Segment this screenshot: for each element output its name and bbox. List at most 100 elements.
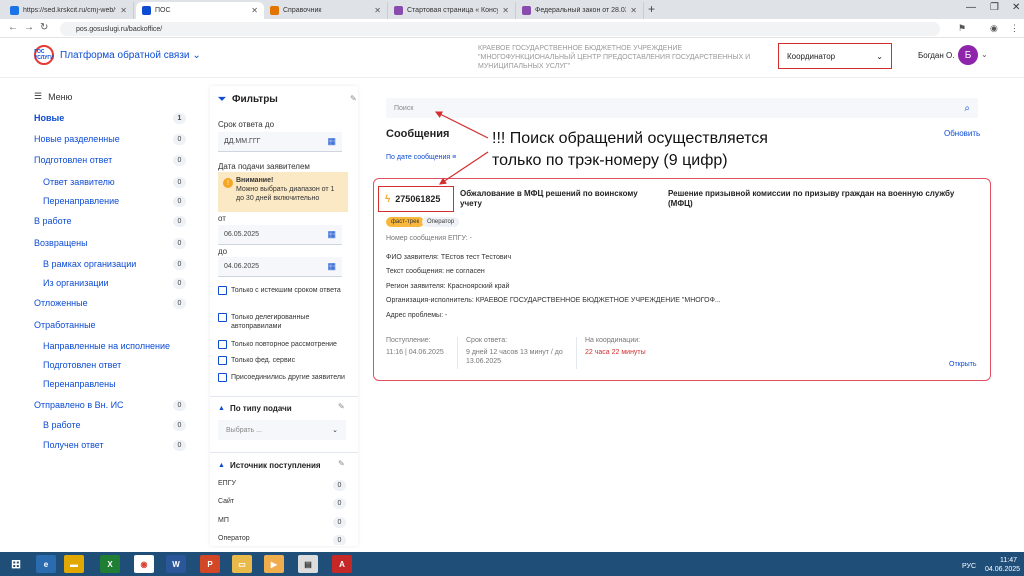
- close-tab-icon[interactable]: ✕: [630, 6, 637, 15]
- checkbox-icon[interactable]: [218, 356, 227, 365]
- browser-tab[interactable]: https://sed.krskcit.ru/cmj-web/та ✕: [4, 2, 134, 19]
- sidebar-item-sent-external[interactable]: Отправлено в Вн. ИС 0: [34, 398, 186, 412]
- browser-menu-icon[interactable]: ⋮: [1010, 23, 1019, 34]
- new-tab-icon[interactable]: +: [648, 2, 655, 16]
- sidebar-item-answer-received[interactable]: Получен ответ 0: [43, 438, 186, 452]
- avatar[interactable]: Б: [958, 45, 978, 65]
- search-input[interactable]: Поиск ⌕: [386, 98, 978, 118]
- sidebar-item-in-work[interactable]: В работе 0: [34, 214, 186, 228]
- applicant-fio: ФИО заявителя: ТЕстов тест Тестович: [386, 254, 512, 261]
- checkbox-icon[interactable]: [218, 373, 227, 382]
- sidebar-item-new[interactable]: Новые 1: [34, 111, 186, 125]
- sidebar-item-sent-for-execution[interactable]: Направленные на исполнение: [43, 339, 186, 353]
- browser-tab[interactable]: Справочник ✕: [264, 2, 388, 19]
- open-link[interactable]: Открыть: [949, 361, 977, 368]
- refresh-link[interactable]: Обновить: [944, 129, 980, 138]
- sidebar-item-answer-prepared[interactable]: Подготовлен ответ 0: [34, 153, 186, 167]
- sidebar-item-external-in-work[interactable]: В работе 0: [43, 418, 186, 432]
- chrome-icon[interactable]: ◉: [134, 555, 154, 573]
- date-to-input[interactable]: 04.06.2025 ▦: [218, 257, 342, 277]
- calendar-icon[interactable]: ▦: [327, 136, 336, 147]
- role-select[interactable]: Координатор ⌄: [778, 43, 892, 69]
- close-tab-icon[interactable]: ✕: [120, 6, 127, 15]
- operator-badge: Оператор: [422, 217, 460, 227]
- document-icon[interactable]: ▤: [298, 555, 318, 573]
- message-text: Текст сообщения: не согласен: [386, 268, 485, 275]
- windows-start-icon[interactable]: ⊞: [6, 555, 26, 573]
- checkbox-repeated[interactable]: Только повторное рассмотрение: [218, 340, 348, 349]
- sidebar-item-from-org[interactable]: Из организации 0: [43, 276, 186, 290]
- ie-icon[interactable]: e: [36, 555, 56, 573]
- profile-icon[interactable]: ◉: [990, 23, 998, 34]
- pin-icon[interactable]: ✎: [350, 94, 357, 103]
- pdf-icon[interactable]: A: [332, 555, 352, 573]
- sidebar-item-redirected[interactable]: Перенаправлены: [43, 377, 186, 391]
- sort-select[interactable]: По дате сообщения ≡: [386, 154, 456, 161]
- source-item[interactable]: ЕПГУ 0: [218, 480, 346, 491]
- explorer-icon[interactable]: ▬: [64, 555, 84, 573]
- count-badge: 0: [173, 297, 186, 309]
- gosuslugi-logo[interactable]: ГОС УСЛУГИ: [34, 45, 54, 65]
- back-icon[interactable]: ←: [8, 22, 18, 33]
- sidebar-item-postponed[interactable]: Отложенные 0: [34, 296, 186, 310]
- pin-icon[interactable]: ✎: [338, 459, 345, 468]
- checkbox-joined[interactable]: Присоединились другие заявители: [218, 373, 348, 382]
- browser-tab-active[interactable]: ПОС ✕: [136, 2, 264, 19]
- sidebar-item-new-split[interactable]: Новые разделенные 0: [34, 132, 186, 146]
- clock[interactable]: 11:47 04.06.2025: [985, 556, 1020, 574]
- reload-icon[interactable]: ↻: [40, 22, 48, 33]
- checkbox-icon[interactable]: [218, 340, 227, 349]
- checkbox-fed-service[interactable]: Только фед. сервис: [218, 356, 348, 365]
- submission-type-select[interactable]: Выбрать ... ⌄: [218, 420, 346, 440]
- count-badge: 0: [173, 419, 186, 431]
- powerpoint-icon[interactable]: P: [200, 555, 220, 573]
- deadline-date-input[interactable]: ДД.ММ.ГГГ ▦: [218, 132, 342, 152]
- sidebar-item-processed[interactable]: Отработанные: [34, 318, 186, 332]
- minimize-icon[interactable]: —: [966, 2, 976, 13]
- divider: [210, 452, 358, 453]
- checkbox-icon[interactable]: [218, 313, 227, 322]
- pin-icon[interactable]: ✎: [338, 402, 345, 411]
- platform-selector[interactable]: Платформа обратной связи ⌄: [60, 50, 201, 61]
- menu-button[interactable]: ☰ Меню: [34, 91, 72, 102]
- source-item[interactable]: Оператор 0: [218, 535, 346, 545]
- divider: [457, 337, 458, 369]
- source-item[interactable]: МП 0: [218, 517, 346, 528]
- checkbox-delegated[interactable]: Только делегированные автоправилами: [218, 313, 348, 331]
- media-icon[interactable]: ▶: [264, 555, 284, 573]
- sidebar-item-redirect[interactable]: Перенаправление 0: [43, 194, 186, 208]
- search-icon[interactable]: ⌕: [964, 103, 970, 114]
- chevron-up-icon: ▲: [218, 462, 225, 469]
- track-number: ϟ 275061825: [378, 186, 454, 212]
- checkbox-icon[interactable]: [218, 286, 227, 295]
- submission-type-header[interactable]: ▲ По типу подачи: [218, 404, 292, 413]
- sidebar-item-processed-answer[interactable]: Подготовлен ответ: [43, 358, 186, 372]
- sidebar-item-within-org[interactable]: В рамках организации 0: [43, 257, 186, 271]
- close-tab-icon[interactable]: ✕: [374, 6, 381, 15]
- warning-icon: !: [223, 178, 233, 188]
- folder-icon[interactable]: ▭: [232, 555, 252, 573]
- forward-icon[interactable]: →: [24, 22, 34, 33]
- sidebar-item-returned[interactable]: Возвращены 0: [34, 236, 186, 250]
- restore-icon[interactable]: ❐: [990, 2, 999, 13]
- applicant-region: Регион заявителя: Красноярский край: [386, 283, 510, 290]
- close-window-icon[interactable]: ✕: [1012, 2, 1020, 13]
- language-indicator[interactable]: РУС: [962, 563, 976, 570]
- extensions-icon[interactable]: ⚑: [958, 23, 966, 34]
- close-tab-icon[interactable]: ✕: [502, 6, 509, 15]
- browser-tab[interactable]: Стартовая страница « Консуль ✕: [388, 2, 516, 19]
- calendar-icon[interactable]: ▦: [327, 229, 336, 240]
- source-header[interactable]: ▲ Источник поступления: [218, 461, 321, 470]
- sidebar-item-answer-to-applicant[interactable]: Ответ заявителю 0: [43, 175, 186, 189]
- browser-tab[interactable]: Федеральный закон от 28.03.19 ✕: [516, 2, 644, 19]
- excel-icon[interactable]: X: [100, 555, 120, 573]
- checkbox-expired[interactable]: Только с истекшим сроком ответа: [218, 286, 348, 295]
- url-field[interactable]: pos.gosuslugi.ru/backoffice/: [60, 22, 940, 36]
- source-item[interactable]: Сайт 0: [218, 498, 346, 509]
- deadline-value: 9 дней 12 часов 13 минут / до 13.06.2025: [466, 349, 563, 365]
- word-icon[interactable]: W: [166, 555, 186, 573]
- calendar-icon[interactable]: ▦: [327, 261, 336, 272]
- date-from-input[interactable]: 06.05.2025 ▦: [218, 225, 342, 245]
- close-tab-icon[interactable]: ✕: [251, 6, 258, 15]
- chevron-down-icon[interactable]: ⌄: [981, 50, 988, 59]
